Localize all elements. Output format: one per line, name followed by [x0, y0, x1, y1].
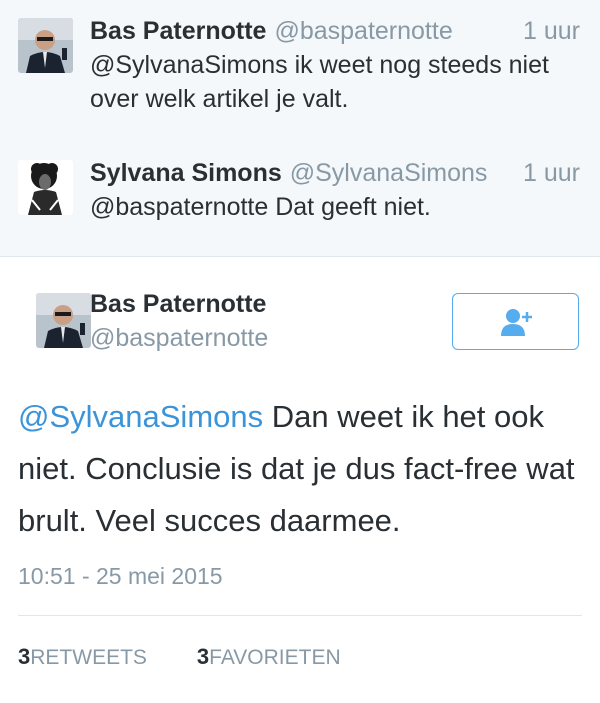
- reply-tweet[interactable]: Sylvana Simons @SylvanaSimons 1 uur @bas…: [0, 148, 600, 256]
- main-tweet-header: Bas Paternotte @baspaternotte: [18, 257, 582, 377]
- favorites-label: FAVORIETEN: [209, 646, 341, 669]
- favorites-stat[interactable]: 3 FAVORIETEN: [197, 644, 341, 670]
- retweets-stat[interactable]: 3 RETWEETS: [18, 644, 147, 670]
- avatar[interactable]: [36, 293, 91, 348]
- reply-tweet[interactable]: Bas Paternotte @baspaternotte 1 uur @Syl…: [0, 0, 600, 148]
- avatar[interactable]: [18, 160, 73, 215]
- tweet-text: @SylvanaSimons Dan weet ik het ook niet.…: [18, 391, 582, 547]
- author-name[interactable]: Bas Paternotte: [90, 14, 266, 48]
- retweets-count: 3: [18, 644, 31, 669]
- favorites-count: 3: [196, 644, 210, 669]
- tweet-text: @baspaternotte Dat geeft niet.: [90, 193, 431, 221]
- tweet-time: 1 uur: [523, 159, 580, 187]
- author-handle[interactable]: @SylvanaSimons: [290, 156, 488, 190]
- author-name[interactable]: Sylvana Simons: [90, 156, 282, 190]
- mention-link[interactable]: @SylvanaSimons: [18, 399, 263, 434]
- main-tweet: Bas Paternotte @baspaternotte @SylvanaSi…: [0, 257, 600, 698]
- tweet-text: @SylvanaSimons ik weet nog steeds niet o…: [90, 51, 549, 113]
- tweet-stats: 3 RETWEETS 3 FAVORIETEN: [18, 616, 582, 698]
- retweets-label: RETWEETS: [30, 646, 147, 669]
- avatar[interactable]: [18, 18, 73, 73]
- author-handle[interactable]: @baspaternotte: [90, 321, 268, 355]
- tweet-time: 1 uur: [523, 17, 580, 45]
- author-name[interactable]: Bas Paternotte: [90, 287, 268, 321]
- tweet-timestamp[interactable]: 10:51 - 25 mei 2015: [18, 561, 582, 591]
- conversation-thread: Bas Paternotte @baspaternotte 1 uur @Syl…: [0, 0, 600, 257]
- author-handle[interactable]: @baspaternotte: [274, 14, 452, 48]
- follow-button[interactable]: [452, 293, 579, 350]
- follow-user-icon: [500, 308, 532, 336]
